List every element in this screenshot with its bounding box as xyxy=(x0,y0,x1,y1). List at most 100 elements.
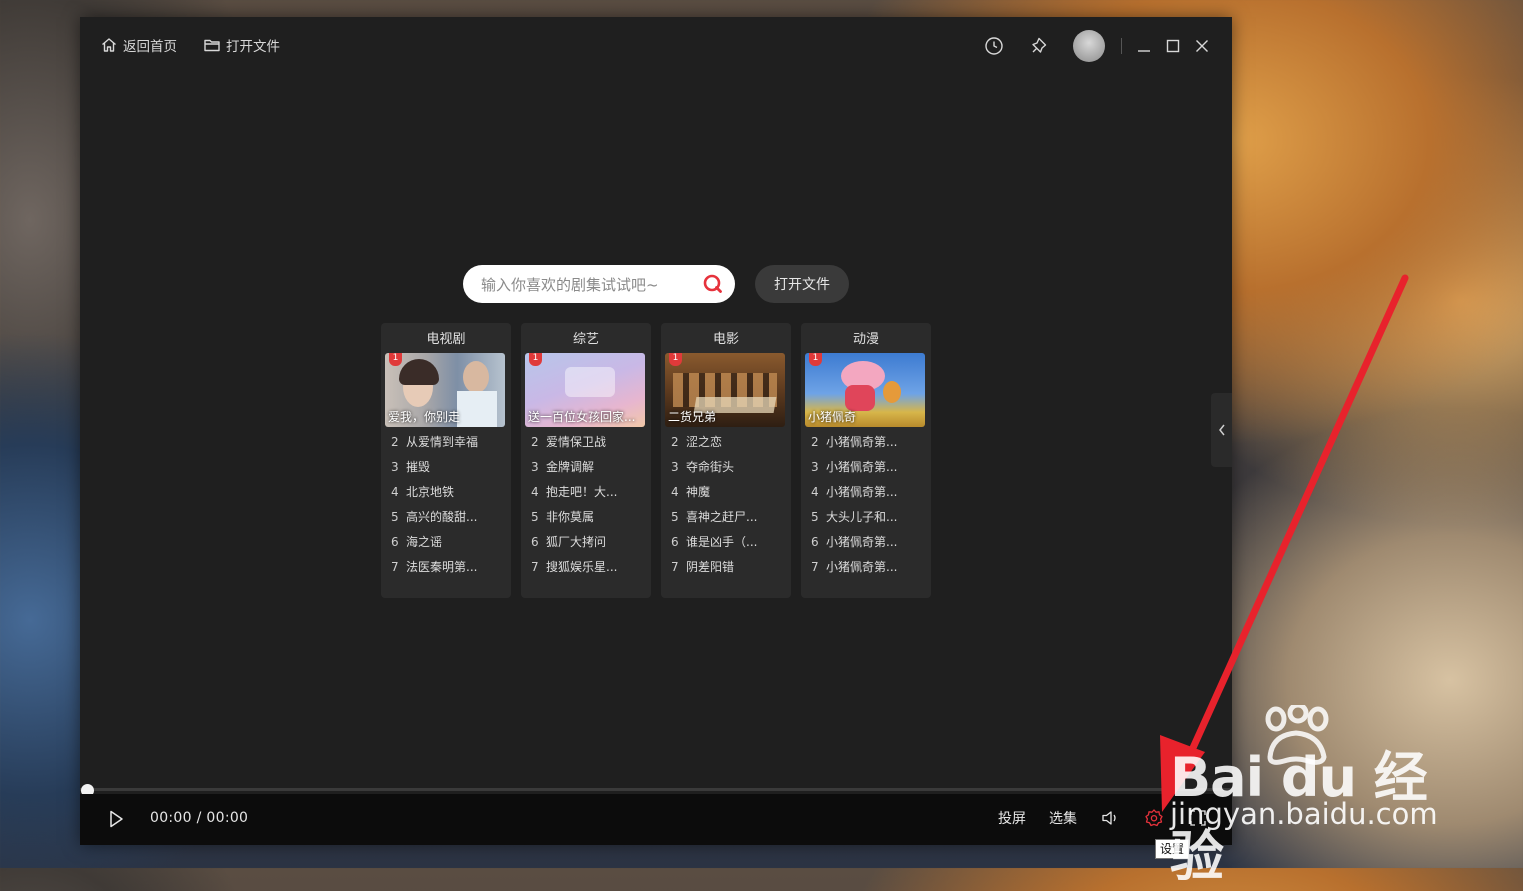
list-item[interactable]: 3 小猪佩奇第... xyxy=(811,459,927,484)
featured-thumbnail[interactable]: 1 小猪佩奇 xyxy=(805,353,925,427)
item-title: 北京地铁 xyxy=(406,485,455,499)
rank-number: 7 xyxy=(391,560,399,574)
fullscreen-button[interactable] xyxy=(1188,808,1208,828)
open-file-button[interactable]: 打开文件 xyxy=(755,265,849,303)
item-title: 小猪佩奇第... xyxy=(826,460,898,474)
list-item[interactable]: 6 小猪佩奇第... xyxy=(811,534,927,559)
rank-number: 5 xyxy=(671,510,679,524)
item-title: 小猪佩奇第... xyxy=(826,535,898,549)
thumbnail-logo-shape xyxy=(565,367,615,397)
item-title: 从爱情到幸福 xyxy=(406,435,479,449)
maximize-button[interactable] xyxy=(1165,38,1181,54)
thumbnail-hair xyxy=(399,359,439,385)
maximize-icon xyxy=(1166,39,1180,53)
ranking-list: 2 小猪佩奇第... 3 小猪佩奇第... 4 小猪佩奇第... 5 大头儿子和... … xyxy=(811,434,927,584)
featured-caption: 小猪佩奇 xyxy=(808,410,857,424)
rank-number: 4 xyxy=(811,485,819,499)
time-separator: / xyxy=(196,810,202,826)
item-title: 金牌调解 xyxy=(546,460,595,474)
avatar[interactable] xyxy=(1073,30,1105,62)
item-title: 神魔 xyxy=(686,485,711,499)
pin-icon xyxy=(1032,37,1047,53)
folder-icon xyxy=(204,39,220,52)
current-time: 00:00 xyxy=(150,810,192,826)
item-title: 小猪佩奇第... xyxy=(826,485,898,499)
featured-thumbnail[interactable]: 1 爱我，你别走 xyxy=(385,353,505,427)
episodes-button[interactable]: 选集 xyxy=(1049,808,1077,828)
progress-bar[interactable] xyxy=(80,788,1232,791)
list-item[interactable]: 2 小猪佩奇第... xyxy=(811,434,927,459)
thumbnail-shirt xyxy=(457,391,497,427)
total-time: 00:00 xyxy=(206,810,249,826)
category-title: 电视剧 xyxy=(426,332,466,347)
list-item[interactable]: 5 喜神之赶尸... xyxy=(671,509,787,534)
rank-number: 4 xyxy=(391,485,399,499)
rank-number: 5 xyxy=(391,510,399,524)
category-card-anime: 动漫 1 小猪佩奇 2 小猪佩奇第... 3 小猪佩奇第... 4 小猪佩奇第... … xyxy=(801,323,931,598)
rank-number: 2 xyxy=(811,435,819,449)
category-card-variety: 综艺 1 送一百位女孩回家... 2 爱情保卫战 3 金牌调解 4 抱走吧！大... … xyxy=(521,323,651,598)
rank-badge: 1 xyxy=(529,353,542,366)
featured-thumbnail[interactable]: 1 二货兄弟 xyxy=(665,353,785,427)
rank-number: 6 xyxy=(531,535,539,549)
list-item[interactable]: 4 北京地铁 xyxy=(391,484,507,509)
list-item[interactable]: 7 阴差阳错 xyxy=(671,559,787,584)
open-file-label: 打开文件 xyxy=(226,39,280,55)
list-item[interactable]: 3 金牌调解 xyxy=(531,459,647,484)
item-title: 海之谣 xyxy=(406,535,443,549)
pin-button[interactable] xyxy=(1028,35,1050,57)
rank-number: 7 xyxy=(671,560,679,574)
list-item[interactable]: 7 小猪佩奇第... xyxy=(811,559,927,584)
list-item[interactable]: 4 神魔 xyxy=(671,484,787,509)
list-item[interactable]: 6 谁是凶手（... xyxy=(671,534,787,559)
item-title: 大头儿子和... xyxy=(826,510,898,524)
rank-number: 7 xyxy=(811,560,819,574)
category-card-tv: 电视剧 1 爱我，你别走 2 从爱情到幸福 3 摧毁 4 北京地铁 5 高兴的酸甜...… xyxy=(381,323,511,598)
list-item[interactable]: 7 法医秦明第... xyxy=(391,559,507,584)
list-item[interactable]: 5 非你莫属 xyxy=(531,509,647,534)
history-button[interactable] xyxy=(983,35,1005,57)
play-icon[interactable] xyxy=(106,809,126,829)
featured-thumbnail[interactable]: 1 送一百位女孩回家... xyxy=(525,353,645,427)
cast-button[interactable]: 投屏 xyxy=(998,808,1026,828)
list-item[interactable]: 2 涩之恋 xyxy=(671,434,787,459)
home-button[interactable]: 返回首页 xyxy=(100,35,177,55)
open-file-top-button[interactable]: 打开文件 xyxy=(203,35,280,55)
rank-number: 5 xyxy=(811,510,819,524)
volume-button[interactable] xyxy=(1100,808,1120,828)
list-item[interactable]: 4 小猪佩奇第... xyxy=(811,484,927,509)
rank-number: 6 xyxy=(811,535,819,549)
list-item[interactable]: 5 高兴的酸甜... xyxy=(391,509,507,534)
playlist-toggle[interactable] xyxy=(1211,393,1232,467)
list-item[interactable]: 5 大头儿子和... xyxy=(811,509,927,534)
close-button[interactable] xyxy=(1194,38,1210,54)
featured-caption: 送一百位女孩回家... xyxy=(528,410,636,424)
item-title: 搜狐娱乐星... xyxy=(546,560,618,574)
time-display: 00:00 / 00:00 xyxy=(150,810,248,826)
recommend-panel: 电视剧 1 爱我，你别走 2 从爱情到幸福 3 摧毁 4 北京地铁 5 高兴的酸甜...… xyxy=(381,323,931,598)
item-title: 谁是凶手（... xyxy=(686,535,758,549)
list-item[interactable]: 2 从爱情到幸福 xyxy=(391,434,507,459)
list-item[interactable]: 7 搜狐娱乐星... xyxy=(531,559,647,584)
rank-number: 2 xyxy=(671,435,679,449)
list-item[interactable]: 3 夺命街头 xyxy=(671,459,787,484)
item-title: 阴差阳错 xyxy=(686,560,735,574)
list-item[interactable]: 3 摧毁 xyxy=(391,459,507,484)
item-title: 非你莫属 xyxy=(546,510,595,524)
history-icon xyxy=(985,37,1003,55)
search-input[interactable] xyxy=(479,265,703,305)
settings-icon xyxy=(1145,809,1163,827)
list-item[interactable]: 4 抱走吧！大... xyxy=(531,484,647,509)
search-icon[interactable] xyxy=(703,274,723,294)
settings-button[interactable] xyxy=(1144,808,1164,828)
list-item[interactable]: 2 爱情保卫战 xyxy=(531,434,647,459)
list-item[interactable]: 6 海之谣 xyxy=(391,534,507,559)
title-bar: 返回首页 打开文件 xyxy=(80,17,1232,73)
minimize-button[interactable] xyxy=(1136,38,1152,54)
rank-number: 7 xyxy=(531,560,539,574)
item-title: 小猪佩奇第... xyxy=(826,435,898,449)
list-item[interactable]: 6 狐厂大拷问 xyxy=(531,534,647,559)
rank-badge: 1 xyxy=(389,353,402,366)
rank-number: 3 xyxy=(811,460,819,474)
ranking-list: 2 涩之恋 3 夺命街头 4 神魔 5 喜神之赶尸... 6 谁是凶手（... 7 阴差阳错 xyxy=(671,434,787,584)
